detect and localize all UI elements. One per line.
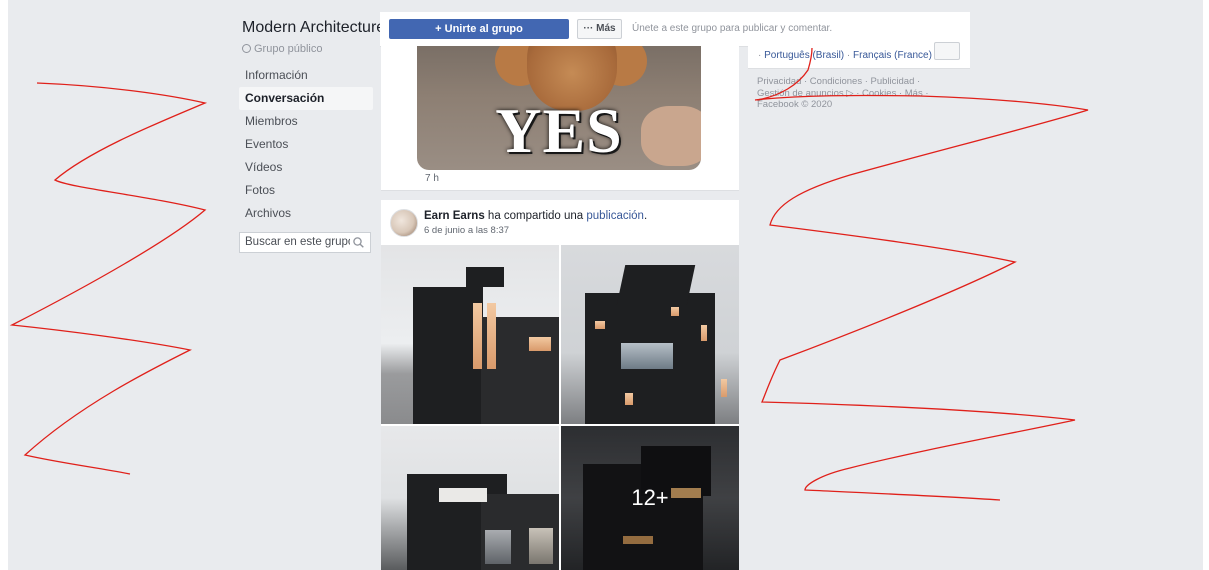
photo-3[interactable] (381, 426, 559, 570)
group-privacy-label: Grupo público (254, 43, 323, 55)
join-hint: Únete a este grupo para publicar y comen… (632, 23, 833, 34)
post-timestamp[interactable]: 7 h (425, 173, 439, 184)
group-privacy: Grupo público (242, 43, 323, 55)
meme-image[interactable]: YES (417, 46, 701, 170)
avatar[interactable] (390, 209, 418, 237)
nav-item-videos[interactable]: Vídeos (239, 156, 373, 179)
nav-item-archivos[interactable]: Archivos (239, 202, 373, 225)
search-icon[interactable] (353, 237, 364, 248)
photo-1[interactable] (381, 245, 559, 424)
more-photos-overlay[interactable]: 12+ (561, 426, 739, 570)
post-shared-link[interactable]: publicación (586, 210, 644, 222)
nav-item-fotos[interactable]: Fotos (239, 179, 373, 202)
nav-item-miembros[interactable]: Miembros (239, 110, 373, 133)
post-author[interactable]: Earn Earns (424, 210, 485, 222)
post-action: ha compartido una (484, 210, 587, 222)
photo-2[interactable] (561, 245, 739, 424)
post-header: Earn Earns ha compartido una publicación… (424, 210, 647, 222)
post-shared: Earn Earns ha compartido una publicación… (381, 200, 739, 570)
nav-item-conversacion[interactable]: Conversación (239, 87, 373, 110)
nav-item-informacion[interactable]: Información (239, 64, 373, 87)
page-footer: Privacidad · Condiciones · Publicidad · … (757, 76, 957, 111)
group-nav: Información Conversación Miembros Evento… (239, 64, 373, 225)
more-button[interactable]: ··· Más (577, 19, 622, 39)
join-group-button[interactable]: + Unirte al grupo (389, 19, 569, 39)
language-box: · Português (Brasil) · Français (France) (748, 34, 970, 69)
globe-icon (242, 44, 251, 53)
right-edge (1203, 0, 1209, 570)
lang-french[interactable]: Français (France) (853, 50, 932, 61)
photo-4[interactable]: 12+ (561, 426, 739, 570)
scribble-right-top (754, 94, 1089, 501)
post-meme: YES 7 h (381, 46, 739, 191)
nav-item-eventos[interactable]: Eventos (239, 133, 373, 156)
footer-links-1[interactable]: Privacidad · Condiciones · Publicidad · (757, 76, 957, 88)
meme-caption: YES (495, 95, 623, 166)
footer-copyright: Facebook © 2020 (757, 99, 833, 110)
add-language-button[interactable] (934, 42, 960, 60)
language-links: · Português (Brasil) · Français (France) (758, 50, 932, 61)
group-search-input[interactable] (245, 236, 350, 248)
scribble-left (9, 82, 208, 475)
group-search (239, 232, 371, 253)
left-edge (0, 0, 8, 570)
group-title[interactable]: Modern Architecture (242, 19, 385, 37)
footer-links-2[interactable]: Gestión de anuncios ▷ · Cookies · Más · (757, 88, 957, 100)
post-action-end: . (643, 210, 648, 222)
post-date[interactable]: 6 de junio a las 8:37 (424, 225, 509, 236)
lang-portuguese[interactable]: Português (Brasil) (764, 50, 844, 61)
